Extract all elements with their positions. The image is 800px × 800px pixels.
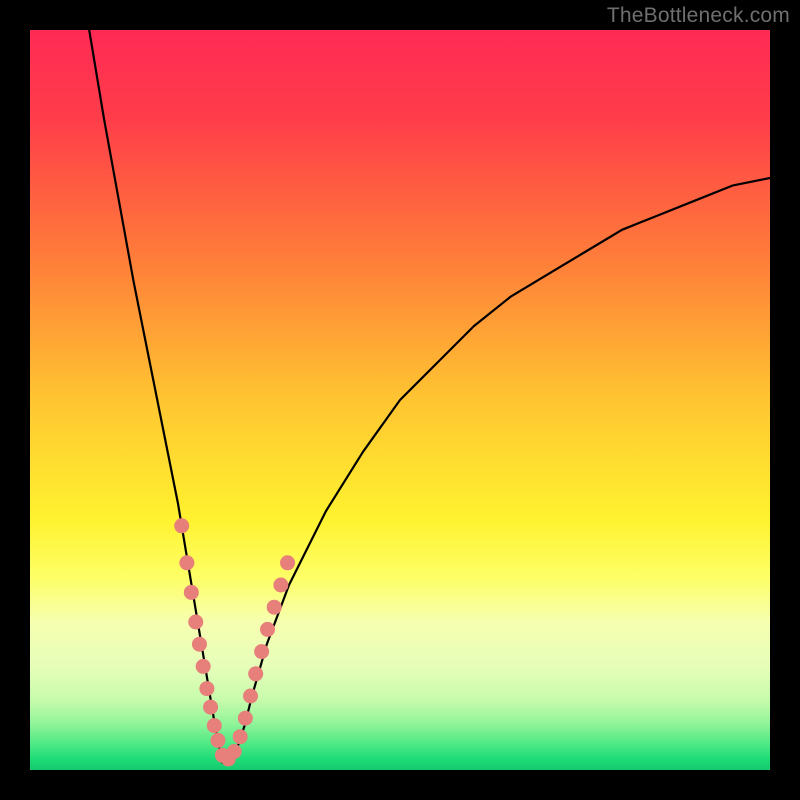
chart-overlay [30, 30, 770, 770]
marker-dot [255, 645, 269, 659]
bottleneck-curve [89, 30, 770, 763]
marker-dot [261, 622, 275, 636]
marker-dot [184, 585, 198, 599]
plot-area [30, 30, 770, 770]
marker-dot [267, 600, 281, 614]
marker-dot [281, 556, 295, 570]
marker-dot [204, 700, 218, 714]
marker-dot [249, 667, 263, 681]
highlighted-points [175, 519, 295, 766]
marker-dot [192, 637, 206, 651]
watermark-label: TheBottleneck.com [607, 4, 790, 28]
marker-dot [196, 659, 210, 673]
marker-dot [189, 615, 203, 629]
marker-dot [227, 745, 241, 759]
marker-dot [233, 730, 247, 744]
marker-dot [211, 733, 225, 747]
marker-dot [274, 578, 288, 592]
marker-dot [200, 682, 214, 696]
marker-dot [207, 719, 221, 733]
marker-dot [238, 711, 252, 725]
chart-frame: TheBottleneck.com [0, 0, 800, 800]
marker-dot [180, 556, 194, 570]
marker-dot [244, 689, 258, 703]
marker-dot [175, 519, 189, 533]
